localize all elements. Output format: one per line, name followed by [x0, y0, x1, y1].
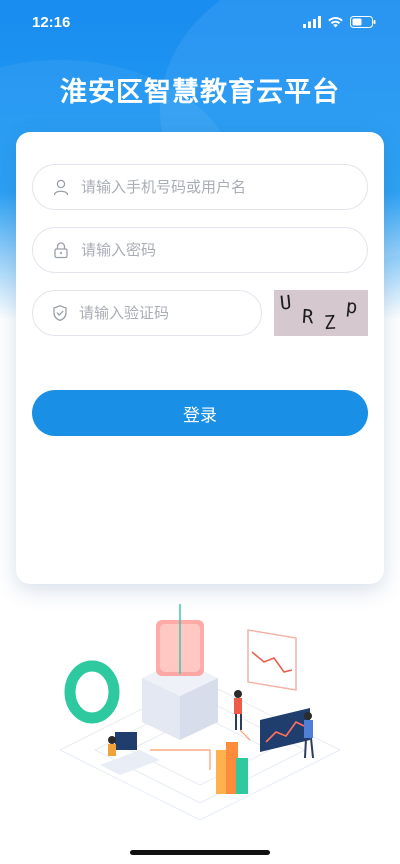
ring-shape [64, 660, 120, 724]
shield-icon [51, 303, 69, 323]
login-card: U R Z p 登录 [16, 132, 384, 584]
data-tower [142, 604, 218, 740]
user-icon [51, 177, 71, 197]
status-time: 12:16 [32, 13, 71, 31]
login-button[interactable]: 登录 [32, 390, 368, 436]
captcha-image[interactable]: U R Z p [274, 290, 368, 336]
captcha-char: p [344, 295, 359, 319]
desk-person [100, 732, 160, 775]
password-field[interactable] [32, 227, 368, 273]
presenter-person [304, 712, 314, 759]
home-indicator[interactable] [130, 850, 270, 855]
captcha-char: Z [323, 311, 337, 335]
status-bar: 12:16 [0, 0, 400, 44]
captcha-char: R [301, 305, 315, 329]
lock-icon [51, 240, 71, 260]
page-title: 淮安区智慧教育云平台 [60, 77, 340, 108]
education-illustration [58, 604, 342, 821]
standing-person [234, 690, 242, 730]
captcha-input[interactable] [79, 304, 273, 322]
status-icons [303, 16, 376, 28]
signal-icon [303, 16, 321, 28]
battery-icon [350, 16, 376, 28]
presentation-board [260, 708, 310, 752]
wifi-icon [328, 17, 343, 28]
username-field[interactable] [32, 164, 368, 210]
line-chart-panel [247, 629, 297, 691]
username-input[interactable] [81, 178, 367, 196]
password-input[interactable] [81, 241, 367, 259]
captcha-field[interactable] [32, 290, 273, 336]
bar-chart-blocks [216, 742, 248, 794]
captcha-char: U [278, 291, 293, 315]
